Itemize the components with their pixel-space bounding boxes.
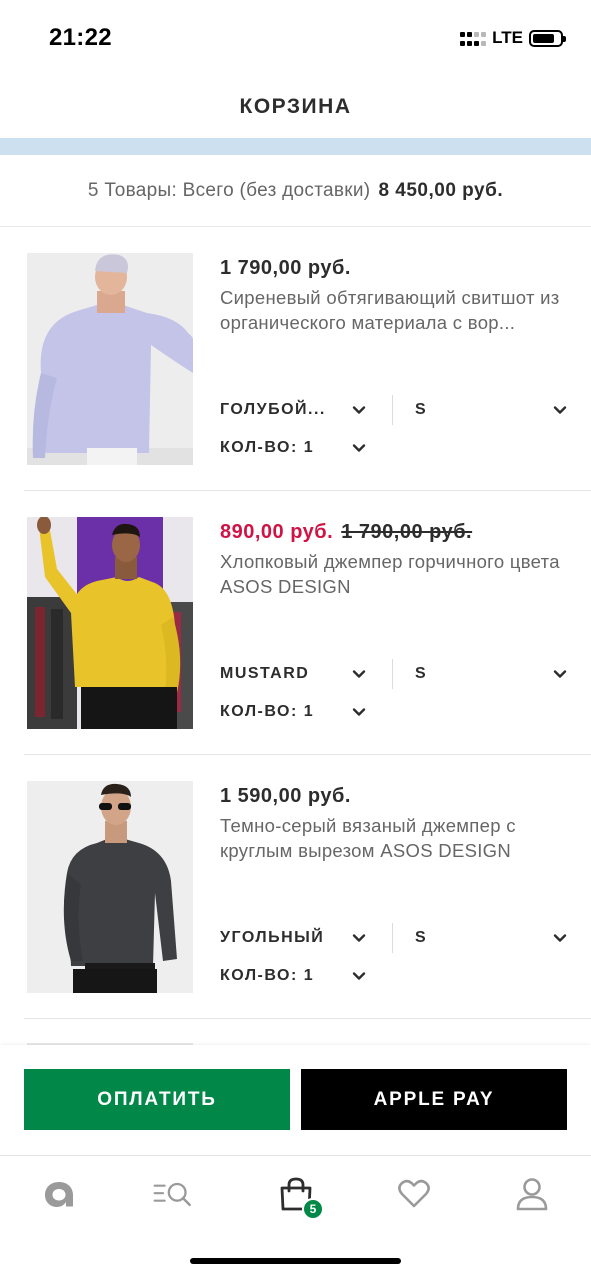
search-icon <box>153 1182 191 1207</box>
color-value: УГОЛЬНЫЙ <box>220 929 325 946</box>
option-divider <box>392 923 393 953</box>
status-bar: 21:22 LTE <box>0 0 591 76</box>
product-description[interactable]: Сиреневый обтягивающий свитшот из органи… <box>220 285 570 335</box>
cart-item: 1 590,00 руб. Темно-серый вязаный джемпе… <box>0 755 591 1019</box>
product-old-price: 1 790,00 руб. <box>341 521 473 543</box>
apple-pay-button[interactable]: APPLE PAY <box>301 1069 567 1130</box>
product-description[interactable]: Хлопковый джемпер горчичного цвета ASOS … <box>220 549 570 599</box>
color-select[interactable]: УГОЛЬНЫЙ <box>220 929 370 947</box>
heart-icon <box>398 1179 430 1208</box>
quantity-select[interactable]: КОЛ-ВО: 1 <box>220 439 370 457</box>
product-description[interactable]: Темно-серый вязаный джемпер с круглым вы… <box>220 813 570 863</box>
option-divider <box>392 659 393 689</box>
chevron-down-icon <box>352 708 366 716</box>
size-select[interactable]: S <box>415 665 570 683</box>
cart-item: 1 790,00 руб. Сиреневый обтягивающий сви… <box>0 227 591 491</box>
quantity-value: КОЛ-ВО: 1 <box>220 439 315 456</box>
chevron-down-icon <box>352 670 366 678</box>
product-price: 1 590,00 руб. <box>220 785 351 807</box>
quantity-row: КОЛ-ВО: 1 <box>220 697 570 727</box>
option-divider <box>392 395 393 425</box>
chevron-down-icon <box>553 406 567 414</box>
product-price-row: 890,00 руб. 1 790,00 руб. <box>220 521 472 544</box>
tab-account[interactable] <box>512 1174 552 1214</box>
asos-logo-icon <box>45 1182 73 1207</box>
cart-item: 890,00 руб. 1 790,00 руб. Хлопковый джемп… <box>0 491 591 755</box>
quantity-select[interactable]: КОЛ-ВО: 1 <box>220 967 370 985</box>
page-title: КОРЗИНА <box>239 95 352 118</box>
chevron-down-icon <box>553 670 567 678</box>
summary-total: 8 450,00 руб. <box>378 179 504 201</box>
size-select[interactable]: S <box>415 401 570 419</box>
cart-summary: 5 Товары: Всего (без доставки) 8 450,00 … <box>0 155 591 227</box>
quantity-value: КОЛ-ВО: 1 <box>220 967 315 984</box>
checkout-bar: ОПЛАТИТЬ APPLE PAY <box>0 1045 591 1155</box>
chevron-down-icon <box>553 934 567 942</box>
tab-home[interactable] <box>39 1174 79 1214</box>
page-header: КОРЗИНА <box>0 76 591 138</box>
item-divider <box>24 1018 591 1019</box>
status-time: 21:22 <box>49 24 112 51</box>
quantity-row: КОЛ-ВО: 1 <box>220 961 570 991</box>
bag-count-badge: 5 <box>302 1198 324 1220</box>
size-value: S <box>415 401 428 418</box>
quantity-row: КОЛ-ВО: 1 <box>220 433 570 463</box>
chevron-down-icon <box>352 444 366 452</box>
quantity-select[interactable]: КОЛ-ВО: 1 <box>220 703 370 721</box>
chevron-down-icon <box>352 406 366 414</box>
battery-icon <box>529 29 566 47</box>
option-row: ГОЛУБОЙ... S <box>220 395 570 425</box>
chevron-down-icon <box>352 934 366 942</box>
color-value: MUSTARD <box>220 665 310 682</box>
color-value: ГОЛУБОЙ... <box>220 401 326 418</box>
size-select[interactable]: S <box>415 929 570 947</box>
product-price-row: 1 590,00 руб. <box>220 785 351 808</box>
product-price: 1 790,00 руб. <box>220 257 351 279</box>
product-image[interactable] <box>27 253 193 465</box>
tab-search[interactable] <box>153 1174 193 1214</box>
user-icon <box>516 1178 548 1211</box>
network-label: LTE <box>492 28 523 47</box>
product-price-row: 1 790,00 руб. <box>220 257 351 280</box>
checkout-button[interactable]: ОПЛАТИТЬ <box>24 1069 290 1130</box>
product-image[interactable] <box>27 517 193 729</box>
quantity-value: КОЛ-ВО: 1 <box>220 703 315 720</box>
option-row: MUSTARD S <box>220 659 570 689</box>
size-value: S <box>415 929 428 946</box>
color-select[interactable]: MUSTARD <box>220 665 370 683</box>
tab-saved[interactable] <box>394 1174 434 1214</box>
signal-icon <box>460 30 487 46</box>
size-value: S <box>415 665 428 682</box>
summary-label: 5 Товары: Всего (без доставки) <box>87 179 371 201</box>
option-row: УГОЛЬНЫЙ S <box>220 923 570 953</box>
tab-bag[interactable]: 5 <box>276 1174 324 1220</box>
promo-strip <box>0 138 591 155</box>
color-select[interactable]: ГОЛУБОЙ... <box>220 401 370 419</box>
home-indicator <box>190 1258 401 1264</box>
product-sale-price: 890,00 руб. <box>220 521 334 543</box>
product-image[interactable] <box>27 781 193 993</box>
chevron-down-icon <box>352 972 366 980</box>
status-indicators: LTE <box>460 28 566 48</box>
